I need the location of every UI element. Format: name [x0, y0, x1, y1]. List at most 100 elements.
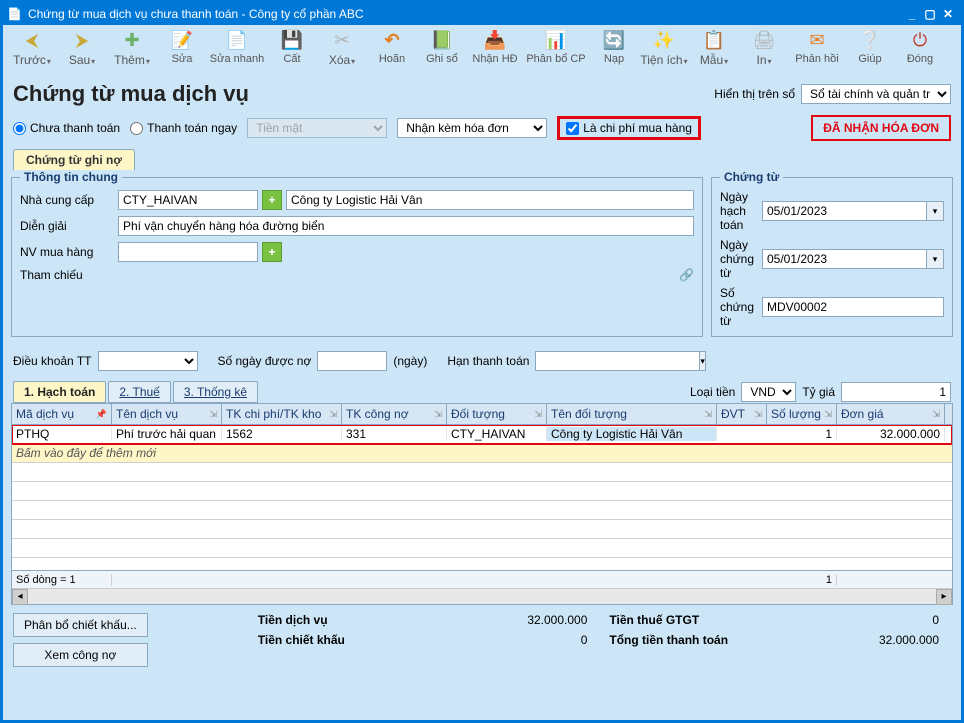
description-input[interactable] [118, 216, 694, 236]
toolbar: ⮜Trước▾ ⮞Sau▾ ✚Thêm▾ 📝Sửa 📄Sửa nhanh 💾Cấ… [3, 25, 961, 79]
delete-button[interactable]: ✂Xóa▾ [317, 29, 367, 77]
col-qty[interactable]: Số lượng⇲ [767, 404, 837, 424]
undo-icon: ↶ [381, 29, 403, 51]
allocate-icon: 📊 [545, 29, 567, 51]
tab-accounting[interactable]: 1. Hạch toán [13, 381, 106, 403]
display-on-select[interactable]: Sổ tài chính và quản trị [801, 84, 951, 104]
close-button[interactable]: ⏻Đóng [895, 29, 945, 77]
add-supplier-button[interactable]: + [262, 190, 282, 210]
add-row[interactable]: Bấm vào đây để thêm mới [12, 444, 952, 463]
col-name[interactable]: Tên dịch vụ⇲ [112, 404, 222, 424]
edit-icon: 📝 [171, 29, 193, 51]
quick-edit-icon: 📄 [226, 29, 248, 51]
total-amount: 32.000.000 [779, 633, 951, 647]
buyer-label: NV mua hàng [20, 245, 110, 259]
post-button[interactable]: 📗Ghi sổ [417, 29, 467, 77]
voucher-no-input[interactable] [762, 297, 944, 317]
reference-link-icon[interactable]: 🔗 [679, 268, 694, 282]
purchase-cost-highlight: Là chi phí mua hàng [557, 116, 701, 140]
discount-amount: 0 [428, 633, 600, 647]
scroll-right-button[interactable]: ▸ [936, 589, 952, 605]
col-unit[interactable]: ĐVT⇲ [717, 404, 767, 424]
buyer-input[interactable] [118, 242, 258, 262]
save-icon: 💾 [281, 29, 303, 51]
radio-paid-now[interactable]: Thanh toán ngay [130, 121, 237, 135]
grid-hscroll[interactable]: ◂ ▸ [12, 588, 952, 604]
arrow-right-icon: ⮞ [71, 29, 93, 51]
got-invoice-badge: ĐÃ NHẬN HÓA ĐƠN [811, 115, 951, 141]
currency-label: Loại tiền [690, 385, 735, 399]
purchase-cost-checkbox[interactable] [566, 122, 579, 135]
voucher-date-picker[interactable]: ▾ [926, 249, 944, 269]
vat-amount-label: Tiền thuế GTGT [609, 613, 769, 627]
edit-button[interactable]: 📝Sửa [157, 29, 207, 77]
help-button[interactable]: ❔Giúp [845, 29, 895, 77]
voucher-no-label: Số chứng từ [720, 286, 754, 328]
prev-button[interactable]: ⮜Trước▾ [7, 29, 57, 77]
credit-days-input[interactable] [317, 351, 387, 371]
close-window-button[interactable]: ✕ [939, 7, 957, 21]
row-count: Số dòng = 1 [12, 574, 112, 586]
quick-edit-button[interactable]: 📄Sửa nhanh [207, 29, 267, 77]
col-price[interactable]: Đơn giá⇲ [837, 404, 945, 424]
service-amount: 32.000.000 [428, 613, 600, 627]
load-button[interactable]: 🔄Nạp [589, 29, 639, 77]
radio-unpaid[interactable]: Chưa thanh toán [13, 121, 120, 135]
credit-days-unit: (ngày) [393, 354, 427, 368]
credit-days-label: Số ngày được nợ [218, 354, 312, 368]
voucher-date-input[interactable] [762, 249, 926, 269]
maximize-button[interactable]: ▢ [921, 7, 939, 21]
col-obj-name[interactable]: Tên đối tượng⇲ [547, 404, 717, 424]
add-button[interactable]: ✚Thêm▾ [107, 29, 157, 77]
payment-term-select[interactable] [98, 351, 198, 371]
save-button[interactable]: 💾Cất [267, 29, 317, 77]
voucher-legend: Chứng từ [720, 170, 783, 184]
rate-input[interactable] [841, 382, 951, 402]
due-date-input[interactable] [535, 351, 699, 371]
delete-icon: ✂ [331, 29, 353, 51]
invoice-mode-select[interactable]: Nhận kèm hóa đơn [397, 118, 547, 138]
accounting-date-input[interactable] [762, 201, 926, 221]
voucher-group: Chứng từ Ngày hạch toán ▾ Ngày chứng từ … [711, 170, 953, 337]
description-label: Diễn giải [20, 219, 110, 233]
utilities-button[interactable]: ✨Tiện ích▾ [639, 29, 689, 77]
tab-statistics[interactable]: 3. Thống kê [173, 381, 258, 403]
accounting-date-picker[interactable]: ▾ [926, 201, 944, 221]
template-button[interactable]: 📋Mẫu▾ [689, 29, 739, 77]
envelope-icon: ✉ [806, 29, 828, 51]
print-button[interactable]: 🖨In▾ [739, 29, 789, 77]
col-obj[interactable]: Đối tượng⇲ [447, 404, 547, 424]
view-debt-button[interactable]: Xem công nợ [13, 643, 148, 667]
accounting-grid: Mã dịch vụ📌 Tên dịch vụ⇲ TK chi phí/TK k… [11, 403, 953, 605]
table-row[interactable]: PTHQ Phí trước hải quan 1562 331 CTY_HAI… [12, 425, 952, 444]
purchase-cost-label: Là chi phí mua hàng [583, 121, 692, 135]
tab-debit-voucher[interactable]: Chứng từ ghi nợ [13, 149, 135, 170]
tab-tax[interactable]: 2. Thuế [108, 381, 170, 403]
add-buyer-button[interactable]: + [262, 242, 282, 262]
col-debt-acct[interactable]: TK công nợ⇲ [342, 404, 447, 424]
currency-select[interactable]: VND [741, 382, 796, 402]
receive-invoice-button[interactable]: 📥Nhận HĐ [467, 29, 523, 77]
allocate-cost-button[interactable]: 📊Phân bổ CP [523, 29, 589, 77]
supplier-code-input[interactable] [118, 190, 258, 210]
cancel-button[interactable]: ↶Hoãn [367, 29, 417, 77]
col-code[interactable]: Mã dịch vụ📌 [12, 404, 112, 424]
scroll-left-button[interactable]: ◂ [12, 589, 28, 605]
payment-term-label: Điều khoản TT [13, 354, 92, 368]
feedback-button[interactable]: ✉Phản hồi [789, 29, 845, 77]
supplier-name-input[interactable] [286, 190, 694, 210]
due-date-picker[interactable]: ▾ [699, 351, 706, 371]
reference-label: Tham chiếu [20, 268, 110, 282]
payment-method-select: Tiền mặt [247, 118, 387, 138]
app-icon: 📄 [7, 7, 22, 21]
help-icon: ❔ [859, 29, 881, 51]
window-title: Chứng từ mua dịch vụ chưa thanh toán - C… [28, 7, 903, 21]
voucher-date-label: Ngày chứng từ [720, 238, 754, 280]
refresh-icon: 🔄 [603, 29, 625, 51]
next-button[interactable]: ⮞Sau▾ [57, 29, 107, 77]
vat-amount: 0 [779, 613, 951, 627]
minimize-button[interactable]: _ [903, 7, 921, 21]
col-exp-acct[interactable]: TK chi phí/TK kho⇲ [222, 404, 342, 424]
allocate-discount-button[interactable]: Phân bổ chiết khấu... [13, 613, 148, 637]
due-date-label: Hạn thanh toán [447, 354, 529, 368]
